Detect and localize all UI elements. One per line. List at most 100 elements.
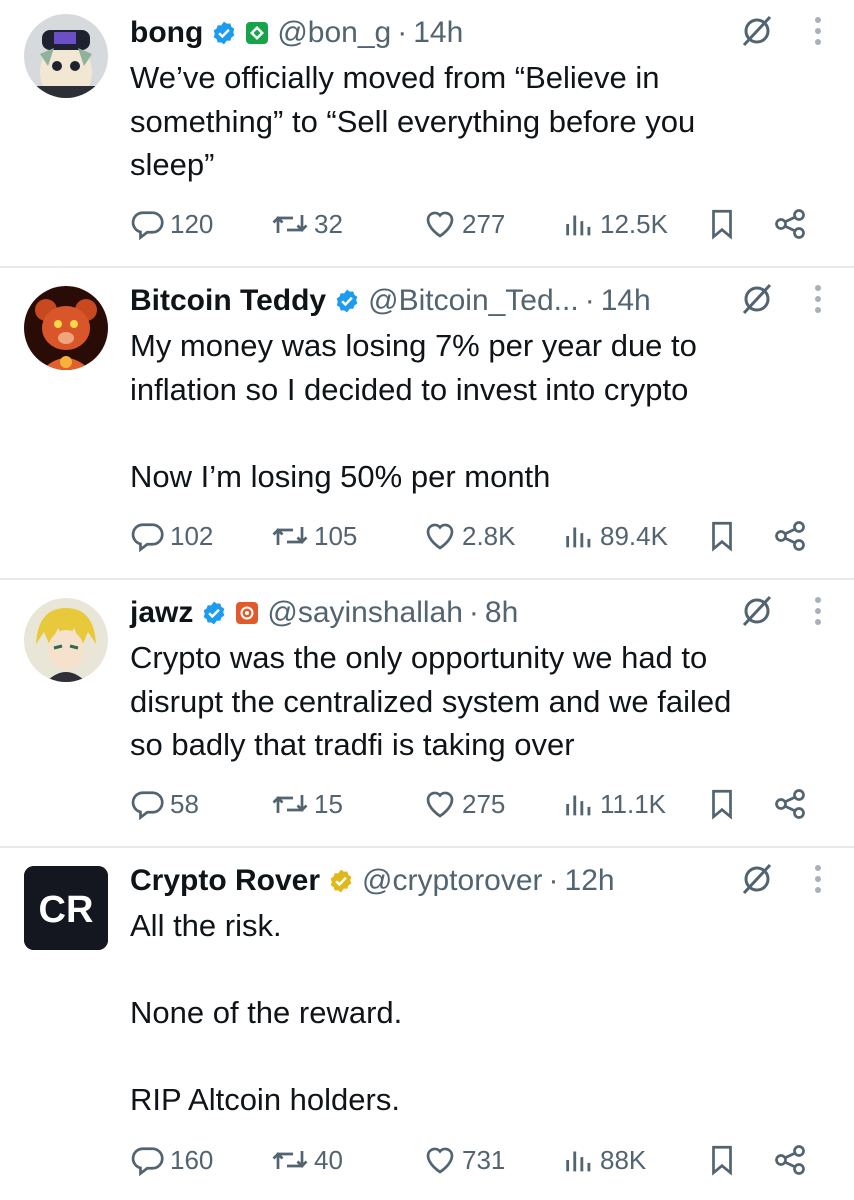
bookmark-button[interactable] bbox=[705, 202, 743, 246]
author-handle[interactable]: @Bitcoin_Ted... bbox=[368, 284, 579, 318]
like-button[interactable]: 275 bbox=[422, 782, 505, 826]
retweet-count: 105 bbox=[314, 520, 358, 551]
author-name[interactable]: jawz bbox=[130, 596, 193, 630]
bookmark-icon bbox=[712, 209, 732, 240]
post-time[interactable]: 14h bbox=[601, 284, 651, 318]
like-button[interactable]: 2.8K bbox=[422, 514, 516, 558]
avatar[interactable] bbox=[24, 286, 108, 370]
reply-icon bbox=[131, 211, 164, 241]
share-button[interactable] bbox=[772, 782, 812, 826]
reply-icon bbox=[131, 523, 164, 553]
like-count: 275 bbox=[462, 788, 506, 819]
separator-dot: · bbox=[397, 16, 408, 49]
avatar[interactable]: CR bbox=[24, 866, 108, 950]
avatar[interactable] bbox=[24, 598, 108, 682]
post-time[interactable]: 12h bbox=[565, 864, 615, 898]
views-button[interactable]: 88K bbox=[562, 1138, 646, 1182]
tweet-text: My money was losing 7% per year due to i… bbox=[130, 328, 697, 494]
reply-icon bbox=[131, 791, 164, 821]
affiliate-badge-icon[interactable] bbox=[245, 21, 269, 45]
views-count: 12.5K bbox=[600, 208, 668, 239]
retweet-count: 40 bbox=[314, 1144, 343, 1175]
views-button[interactable]: 11.1K bbox=[562, 782, 666, 826]
tweet-actions: 102 105 2.8K 89.4K bbox=[130, 514, 824, 558]
like-button[interactable]: 731 bbox=[422, 1138, 505, 1182]
like-button[interactable]: 277 bbox=[422, 202, 505, 246]
like-icon bbox=[426, 523, 454, 550]
retweet-icon bbox=[272, 795, 308, 813]
reply-button[interactable]: 102 bbox=[130, 514, 213, 558]
like-icon bbox=[426, 1147, 454, 1174]
share-button[interactable] bbox=[772, 514, 812, 558]
verified-icon bbox=[201, 600, 227, 626]
reply-button[interactable]: 160 bbox=[130, 1138, 213, 1182]
reply-count: 160 bbox=[170, 1144, 214, 1175]
tweet-text: Crypto was the only opportunity we had t… bbox=[130, 640, 732, 762]
author-handle[interactable]: @bon_g bbox=[277, 16, 391, 50]
grok-icon[interactable] bbox=[740, 282, 774, 321]
author-handle[interactable]: @cryptorover bbox=[362, 864, 543, 898]
grok-icon[interactable] bbox=[740, 862, 774, 901]
like-count: 731 bbox=[462, 1144, 506, 1175]
retweet-count: 15 bbox=[314, 788, 343, 819]
views-button[interactable]: 12.5K bbox=[562, 202, 668, 246]
post-time[interactable]: 8h bbox=[485, 596, 518, 630]
tweet-actions: 58 15 275 11.1K bbox=[130, 782, 824, 826]
bookmark-button[interactable] bbox=[705, 782, 743, 826]
more-icon[interactable] bbox=[812, 862, 824, 901]
views-icon bbox=[566, 215, 591, 236]
more-icon[interactable] bbox=[812, 282, 824, 321]
retweet-button[interactable]: 32 bbox=[270, 202, 343, 246]
retweet-button[interactable]: 105 bbox=[270, 514, 357, 558]
avatar-logo-text: CR bbox=[39, 889, 94, 931]
share-icon bbox=[775, 1145, 805, 1175]
reply-button[interactable]: 58 bbox=[130, 782, 199, 826]
retweet-count: 32 bbox=[314, 208, 343, 239]
avatar[interactable] bbox=[24, 14, 108, 98]
share-button[interactable] bbox=[772, 1138, 812, 1182]
tweet-card[interactable]: CR Crypto Rover @cryptorover · 12h All t… bbox=[0, 848, 854, 1200]
post-time[interactable]: 14h bbox=[413, 16, 463, 50]
grok-icon[interactable] bbox=[740, 594, 774, 633]
views-count: 89.4K bbox=[600, 520, 668, 551]
retweet-button[interactable]: 40 bbox=[270, 1138, 343, 1182]
retweet-icon bbox=[272, 1151, 308, 1169]
tweet-card[interactable]: jawz @sayinshallah · 8h Crypto was the o… bbox=[0, 580, 854, 848]
views-button[interactable]: 89.4K bbox=[562, 514, 668, 558]
tweet-card[interactable]: Bitcoin Teddy @Bitcoin_Ted... · 14h My m… bbox=[0, 268, 854, 580]
verified-gold-icon bbox=[328, 868, 354, 894]
more-icon[interactable] bbox=[812, 594, 824, 633]
like-icon bbox=[426, 791, 454, 818]
separator-dot: · bbox=[548, 864, 559, 897]
bookmark-button[interactable] bbox=[705, 1138, 743, 1182]
reply-count: 120 bbox=[170, 208, 214, 239]
share-icon bbox=[775, 521, 805, 551]
reply-count: 58 bbox=[170, 788, 199, 819]
reply-icon bbox=[131, 1147, 164, 1177]
author-handle[interactable]: @sayinshallah bbox=[267, 596, 463, 630]
author-name[interactable]: Crypto Rover bbox=[130, 864, 320, 898]
retweet-button[interactable]: 15 bbox=[270, 782, 343, 826]
tweet-card[interactable]: bong @bon_g · 14h We’ve officially moved… bbox=[0, 0, 854, 268]
share-button[interactable] bbox=[772, 202, 812, 246]
bookmark-icon bbox=[712, 1145, 732, 1176]
grok-icon[interactable] bbox=[740, 14, 774, 53]
separator-dot: · bbox=[468, 596, 479, 629]
author-name[interactable]: Bitcoin Teddy bbox=[130, 284, 326, 318]
verified-icon bbox=[211, 20, 237, 46]
author-name[interactable]: bong bbox=[130, 16, 203, 50]
affiliate-badge-icon[interactable] bbox=[235, 601, 259, 625]
verified-icon bbox=[334, 288, 360, 314]
bookmark-icon bbox=[712, 521, 732, 552]
like-count: 2.8K bbox=[462, 520, 516, 551]
views-icon bbox=[566, 1151, 591, 1172]
tweet-text: We’ve officially moved from “Believe in … bbox=[130, 60, 696, 182]
bookmark-button[interactable] bbox=[705, 514, 743, 558]
like-icon bbox=[426, 211, 454, 238]
reply-button[interactable]: 120 bbox=[130, 202, 213, 246]
views-icon bbox=[566, 527, 591, 548]
views-icon bbox=[566, 795, 591, 816]
timeline-feed: bong @bon_g · 14h We’ve officially moved… bbox=[0, 0, 854, 1200]
more-icon[interactable] bbox=[812, 14, 824, 53]
tweet-actions: 160 40 731 88K bbox=[130, 1138, 824, 1182]
